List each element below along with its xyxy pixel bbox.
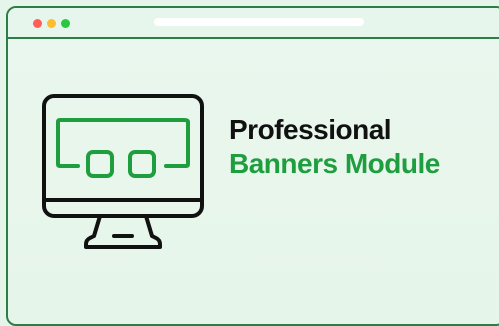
minimize-window-dot[interactable]: [47, 19, 56, 28]
address-bar[interactable]: [154, 18, 364, 26]
monitor-stand: [84, 215, 162, 249]
maximize-window-dot[interactable]: [61, 19, 70, 28]
close-window-dot[interactable]: [33, 19, 42, 28]
banner-square-left: [86, 150, 114, 178]
browser-titlebar: [8, 8, 499, 39]
banner-square-right: [128, 150, 156, 178]
headline: Professional Banners Module: [229, 113, 440, 181]
headline-line-2: Banners Module: [229, 148, 440, 179]
headline-line-1: Professional: [229, 114, 392, 145]
banner-bracket-left: [56, 118, 80, 168]
desktop-monitor-icon: [42, 94, 204, 249]
